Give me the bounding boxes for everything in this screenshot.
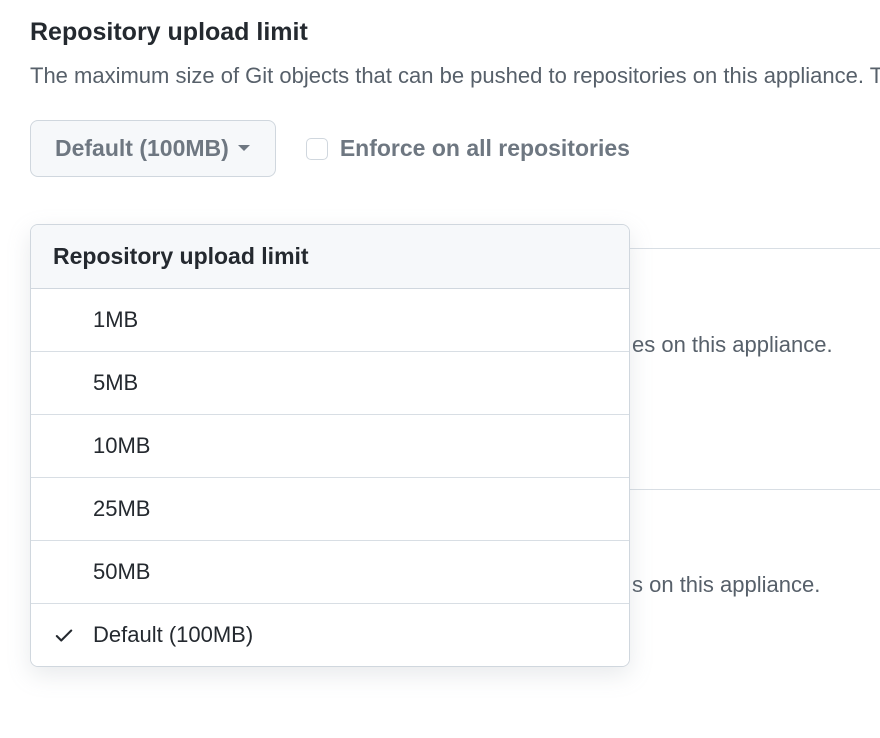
caret-down-icon (237, 144, 251, 153)
dropdown-option-label: 25MB (93, 496, 150, 522)
enforce-checkbox-label: Enforce on all repositories (340, 135, 630, 162)
dropdown-option-label: 50MB (93, 559, 150, 585)
dropdown-option-label: Default (100MB) (93, 622, 253, 648)
controls-row: Default (100MB) Enforce on all repositor… (30, 120, 880, 177)
dropdown-button-label: Default (100MB) (55, 135, 229, 162)
dropdown-option[interactable]: 10MB (31, 415, 629, 478)
enforce-checkbox-group[interactable]: Enforce on all repositories (306, 135, 630, 162)
section-description: The maximum size of Git objects that can… (30, 59, 880, 92)
upload-limit-dropdown-menu: Repository upload limit 1MB 5MB 10MB 25MB 50… (30, 224, 630, 667)
background-text: s on this appliance. (632, 572, 820, 598)
dropdown-option-label: 1MB (93, 307, 138, 333)
dropdown-option-label: 5MB (93, 370, 138, 396)
section-heading: Repository upload limit (30, 18, 880, 47)
dropdown-option[interactable]: 25MB (31, 478, 629, 541)
background-text: es on this appliance. (632, 332, 833, 358)
dropdown-option-label: 10MB (93, 433, 150, 459)
upload-limit-dropdown-button[interactable]: Default (100MB) (30, 120, 276, 177)
check-icon (53, 624, 93, 646)
dropdown-menu-title: Repository upload limit (31, 225, 629, 289)
enforce-checkbox[interactable] (306, 138, 328, 160)
dropdown-option[interactable]: 5MB (31, 352, 629, 415)
dropdown-option[interactable]: 50MB (31, 541, 629, 604)
dropdown-option[interactable]: Default (100MB) (31, 604, 629, 666)
dropdown-option[interactable]: 1MB (31, 289, 629, 352)
